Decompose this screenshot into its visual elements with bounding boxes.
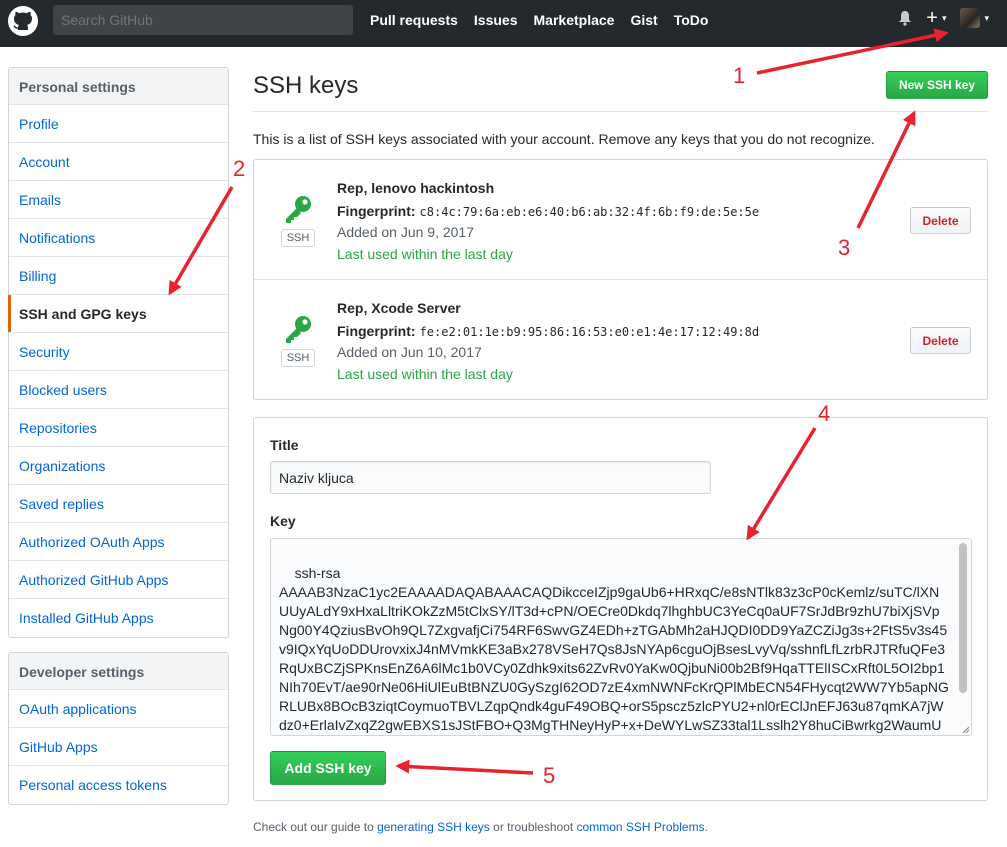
key-added-date: Added on Jun 9, 2017 (337, 224, 475, 240)
annotation-number-4: 4 (818, 401, 831, 426)
sidebar-item-installed-github-apps[interactable]: Installed GitHub Apps (9, 599, 228, 637)
page-title: SSH keys (253, 72, 359, 99)
delete-button[interactable]: Delete (910, 327, 971, 354)
title-label: Title (270, 437, 299, 453)
chevron-down-icon: ▾ (941, 12, 947, 23)
annotation-number-1: 1 (733, 63, 746, 88)
nav-issues[interactable]: Issues (474, 12, 518, 28)
resize-handle-icon[interactable] (962, 726, 970, 734)
add-key-form: Title Key ssh-rsa AAAAB3NzaC1yc2EAAAADAQ… (253, 417, 988, 801)
list-item: SSH Rep, Xcode Server Fingerprint: fe:e2:… (254, 280, 987, 400)
key-title: Rep, lenovo hackintosh (337, 180, 495, 196)
menu-heading: Developer settings (9, 653, 228, 690)
avatar (960, 8, 981, 28)
create-new-menu[interactable]: + ▾ (926, 7, 947, 29)
sidebar-item-ssh-gpg-keys[interactable]: SSH and GPG keys (8, 295, 228, 333)
key-added-date: Added on Jun 10, 2017 (337, 344, 482, 360)
key-icon (286, 196, 311, 223)
sidebar-item-profile[interactable]: Profile (9, 105, 228, 143)
annotation-number-3: 3 (838, 235, 851, 260)
nav-pull-requests[interactable]: Pull requests (370, 12, 458, 28)
nav-marketplace[interactable]: Marketplace (534, 12, 615, 28)
plus-icon: + (926, 7, 938, 29)
github-logo-icon[interactable] (7, 5, 39, 37)
sidebar-item-authorized-oauth-apps[interactable]: Authorized OAuth Apps (9, 523, 228, 561)
footer-text: . (704, 820, 708, 834)
sidebar-item-github-apps[interactable]: GitHub Apps (9, 728, 228, 766)
footer-help: Check out our guide to generating SSH ke… (253, 820, 708, 834)
footer-text: Check out our guide to (253, 820, 378, 834)
top-header: Pull requests Issues Marketplace Gist To… (0, 0, 1007, 47)
nav-gist[interactable]: Gist (630, 12, 657, 28)
key-fingerprint: Fingerprint: c8:4c:79:6a:eb:e6:40:b6:ab:3… (337, 203, 759, 219)
personal-settings-menu: Personal settings Profile Account Emails… (8, 67, 229, 638)
key-last-used: Last used within the last day (337, 246, 513, 262)
delete-button[interactable]: Delete (910, 207, 971, 234)
sidebar-item-security[interactable]: Security (9, 333, 228, 371)
menu-heading: Personal settings (9, 68, 228, 105)
nav-todo[interactable]: ToDo (674, 12, 709, 28)
intro-text: This is a list of SSH keys associated wi… (253, 131, 875, 147)
sidebar-item-billing[interactable]: Billing (9, 257, 228, 295)
key-label: Key (270, 513, 296, 529)
divider (253, 111, 988, 112)
title-field[interactable] (270, 461, 711, 494)
fingerprint-label: Fingerprint: (337, 203, 416, 219)
key-last-used: Last used within the last day (337, 366, 513, 382)
fingerprint-value: c8:4c:79:6a:eb:e6:40:b6:ab:32:4f:6b:f9:d… (419, 205, 760, 219)
header-actions: + ▾ ▾ (898, 8, 989, 28)
ssh-key-list: SSH Rep, lenovo hackintosh Fingerprint: c… (253, 159, 988, 400)
annotation-number-2: 2 (233, 156, 246, 181)
sidebar-item-organizations[interactable]: Organizations (9, 447, 228, 485)
new-ssh-key-button[interactable]: New SSH key (886, 71, 988, 99)
ssh-badge: SSH (281, 349, 315, 367)
scrollbar[interactable] (959, 543, 967, 693)
developer-settings-menu: Developer settings OAuth applications Gi… (8, 652, 229, 805)
key-textarea[interactable]: ssh-rsa AAAAB3NzaC1yc2EAAAADAQABAAACAQDi… (270, 538, 972, 736)
sidebar-item-authorized-github-apps[interactable]: Authorized GitHub Apps (9, 561, 228, 599)
search-input[interactable] (53, 5, 353, 35)
generating-ssh-keys-link[interactable]: generating SSH keys (377, 820, 490, 834)
common-ssh-problems-link[interactable]: common SSH Problems (577, 820, 705, 834)
footer-text: or troubleshoot (489, 820, 577, 834)
sidebar-item-notifications[interactable]: Notifications (9, 219, 228, 257)
sidebar-item-saved-replies[interactable]: Saved replies (9, 485, 228, 523)
ssh-badge: SSH (281, 229, 315, 247)
fingerprint-label: Fingerprint: (337, 323, 416, 339)
fingerprint-value: fe:e2:01:1e:b9:95:86:16:53:e0:e1:4e:17:1… (419, 325, 760, 339)
main-nav: Pull requests Issues Marketplace Gist To… (370, 12, 708, 28)
add-ssh-key-button[interactable]: Add SSH key (270, 751, 386, 785)
key-textarea-value: ssh-rsa AAAAB3NzaC1yc2EAAAADAQABAAACAQDi… (279, 565, 949, 733)
list-item: SSH Rep, lenovo hackintosh Fingerprint: c… (254, 160, 987, 280)
chevron-down-icon: ▾ (984, 12, 989, 23)
key-title: Rep, Xcode Server (337, 300, 461, 316)
key-fingerprint: Fingerprint: fe:e2:01:1e:b9:95:86:16:53:e… (337, 323, 759, 339)
bell-icon[interactable] (898, 10, 912, 26)
sidebar-item-repositories[interactable]: Repositories (9, 409, 228, 447)
sidebar-item-personal-access-tokens[interactable]: Personal access tokens (9, 766, 228, 804)
sidebar-item-account[interactable]: Account (9, 143, 228, 181)
user-menu[interactable]: ▾ (960, 8, 989, 28)
sidebar-item-emails[interactable]: Emails (9, 181, 228, 219)
key-icon (286, 316, 311, 343)
sidebar-item-oauth-applications[interactable]: OAuth applications (9, 690, 228, 728)
sidebar-item-blocked-users[interactable]: Blocked users (9, 371, 228, 409)
annotation-number-5: 5 (543, 763, 556, 788)
